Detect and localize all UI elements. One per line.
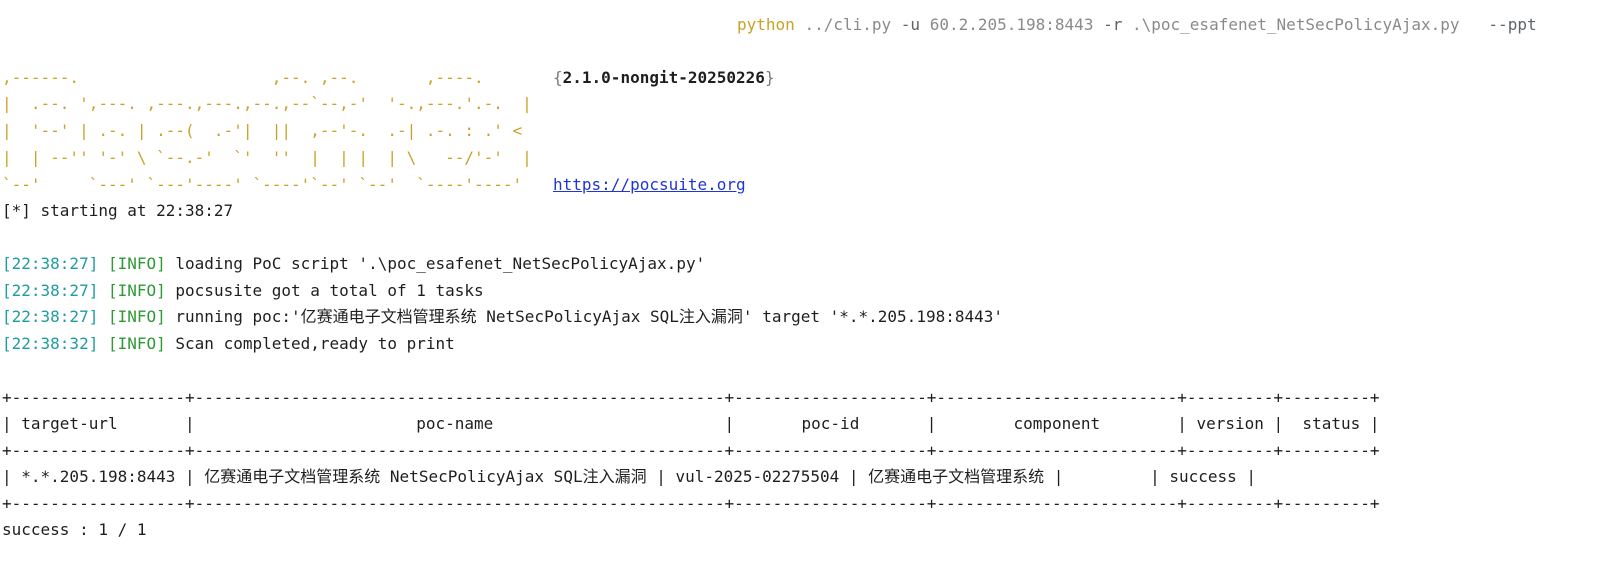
log-line-2: [22:38:27] [INFO] pocsusite got a total … [2, 278, 484, 304]
command-target: 60.2.205.198:8443 [929, 15, 1094, 34]
banner-line-2: | .--. ',---. ,---.,---.,--.,--`--,-' '-… [2, 94, 532, 113]
command-line: python ../cli.py -u 60.2.205.198:8443 -r… [737, 12, 1537, 38]
log-message: loading PoC script '.\poc_esafenet_NetSe… [175, 254, 706, 273]
command-poc-file: .\poc_esafenet_NetSecPolicyAjax.py [1132, 15, 1460, 34]
result-table-row: | *.*.205.198:8443 | 亿赛通电子文档管理系统 NetSecP… [2, 467, 1257, 486]
terminal-output: python ../cli.py -u 60.2.205.198:8443 -r… [2, 0, 1612, 582]
log-message: running poc:'亿赛通电子文档管理系统 NetSecPolicyAja… [175, 307, 1004, 326]
version-brace-open: { [553, 68, 563, 87]
log-message: pocsusite got a total of 1 tasks [175, 281, 484, 300]
banner-line-3: | '--' | .-. | .--( .-'| || ,--'-. .-| .… [2, 121, 523, 140]
summary-line: success : 1 / 1 [2, 520, 147, 539]
log-line-1: [22:38:27] [INFO] loading PoC script '.\… [2, 251, 705, 277]
log-level: [INFO] [107, 281, 166, 300]
log-timestamp: [22:38:27] [2, 254, 99, 273]
log-level: [INFO] [107, 334, 166, 353]
log-level: [INFO] [107, 307, 166, 326]
pocsuite-link[interactable]: https://pocsuite.org [553, 172, 746, 198]
version-text: 2.1.0-nongit-20250226 [562, 68, 765, 87]
log-level: [INFO] [107, 254, 166, 273]
start-line: [*] starting at 22:38:27 [2, 201, 234, 220]
log-timestamp: [22:38:27] [2, 307, 99, 326]
result-table-header: | target-url | poc-name | poc-id | compo… [2, 414, 1380, 433]
command-flag-r: -r [1103, 15, 1123, 34]
command-program: python [737, 15, 795, 34]
command-extra-flag: --ppt [1488, 15, 1537, 34]
banner-line-1: ,------. ,--. ,--. ,----. [2, 68, 484, 87]
log-timestamp: [22:38:32] [2, 334, 99, 353]
log-message: Scan completed,ready to print [175, 334, 455, 353]
command-flag-u: -u [900, 15, 921, 34]
banner-line-4: | | --'' '-' \ `--.-' `' '' | | | | \ --… [2, 148, 532, 167]
version-brace-close: } [764, 68, 775, 87]
banner-line-5: `--' `---' `---'----' `----'`--' `--' `-… [2, 175, 523, 194]
result-table-border-mid: +------------------+--------------------… [2, 441, 1380, 460]
log-timestamp: [22:38:27] [2, 281, 99, 300]
result-table-border-top: +------------------+--------------------… [2, 388, 1380, 407]
version-label: {2.1.0-nongit-20250226} [553, 65, 775, 91]
log-line-3: [22:38:27] [INFO] running poc:'亿赛通电子文档管理… [2, 304, 1003, 330]
command-script: ../cli.py [804, 15, 892, 34]
result-table-border-bottom: +------------------+--------------------… [2, 494, 1380, 513]
log-line-4: [22:38:32] [INFO] Scan completed,ready t… [2, 331, 455, 357]
